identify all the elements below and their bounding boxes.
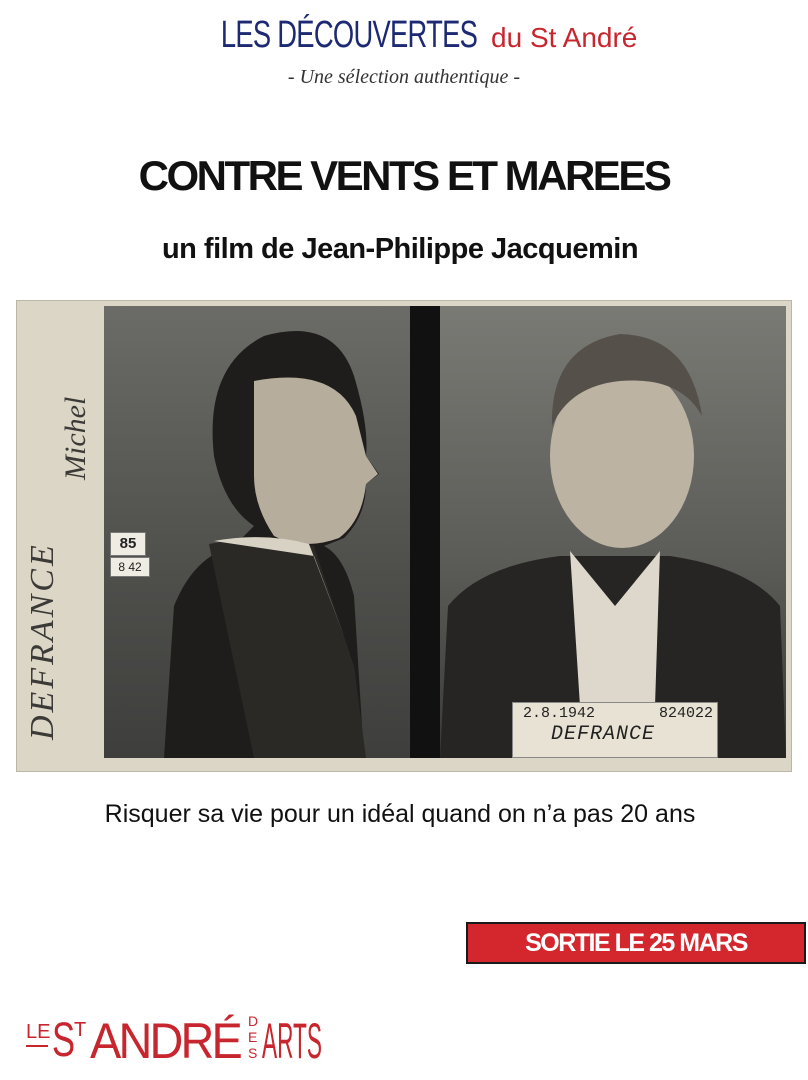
photo-divider xyxy=(410,306,440,758)
series-title-sub: du St André xyxy=(491,22,638,53)
film-tagline: Risquer sa vie pour un idéal quand on n’… xyxy=(104,800,696,828)
svg-text:T: T xyxy=(74,1019,86,1041)
handwritten-firstname: Michel xyxy=(59,397,92,481)
release-date-banner: SORTIE LE 25 MARS xyxy=(466,922,806,964)
series-title: LES DÉCOUVERTES du St André xyxy=(0,14,808,57)
front-silhouette-icon xyxy=(440,334,786,758)
handwritten-surname: DEFRANCE xyxy=(25,542,61,741)
svg-text:S: S xyxy=(248,1045,257,1061)
placard-date: 2.8.1942 xyxy=(523,705,596,722)
svg-text:E: E xyxy=(248,1029,257,1045)
profile-photo xyxy=(104,306,410,758)
film-credit: un film de Jean-Philippe Jacquemin xyxy=(161,233,639,265)
series-title-main: LES DÉCOUVERTES xyxy=(220,14,477,56)
svg-text:D: D xyxy=(248,1013,258,1029)
prisoner-placard: 2.8.1942 824022 DEFRANCE xyxy=(512,702,718,758)
handwritten-name: DEFRANCE Michel xyxy=(25,397,92,741)
cinema-logo: LE S T ANDRÉ D E S ARTS xyxy=(26,1012,322,1064)
placard-number: 824022 xyxy=(658,705,713,722)
photo-tag-number: 85 xyxy=(110,532,146,556)
svg-text:LE: LE xyxy=(26,1021,50,1043)
photo-tag-date: 8 42 xyxy=(110,557,150,577)
profile-silhouette-icon xyxy=(164,331,379,758)
front-photo xyxy=(440,306,786,758)
svg-text:ANDRÉ: ANDRÉ xyxy=(90,1013,242,1064)
svg-text:S: S xyxy=(52,1012,75,1064)
film-title: CONTRE VENTS ET MAREES xyxy=(138,152,672,199)
svg-text:ARTS: ARTS xyxy=(262,1013,322,1064)
series-tagline: - Une sélection authentique - xyxy=(287,66,521,88)
placard-name: DEFRANCE xyxy=(551,723,656,746)
